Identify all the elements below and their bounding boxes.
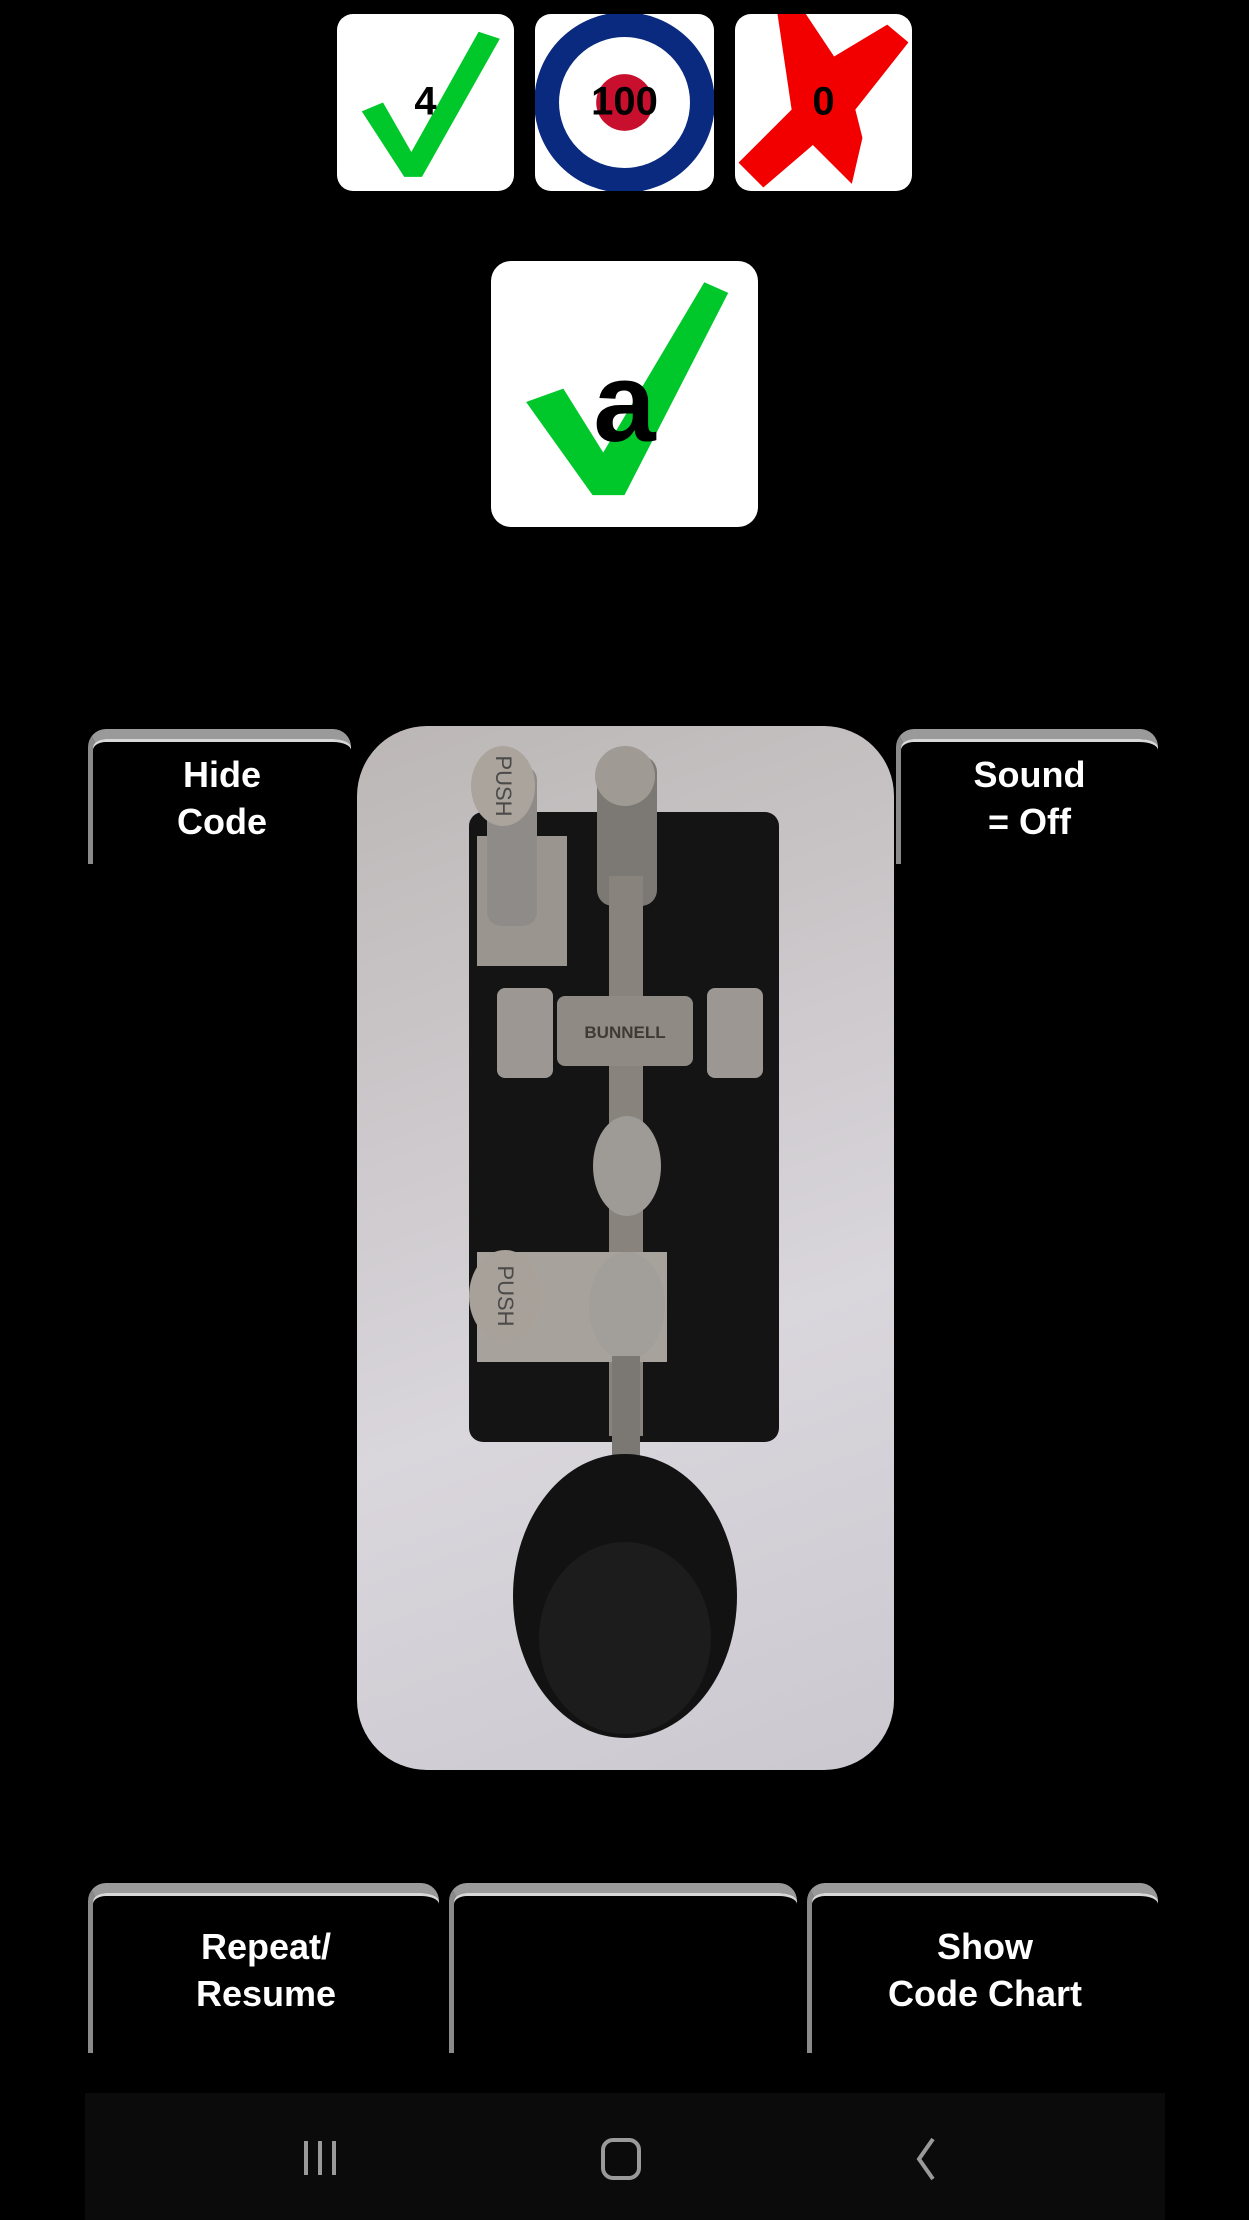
repeat-resume-button[interactable]: Repeat/ Resume: [88, 1883, 439, 2053]
wrong-count-tile: 0: [735, 14, 912, 191]
telegraph-key-image: PUSH BUNNELL PUSH: [469, 746, 779, 1738]
correct-count-tile: 4: [337, 14, 514, 191]
back-icon[interactable]: [885, 2123, 965, 2193]
telegraph-key-button[interactable]: PUSH BUNNELL PUSH: [357, 726, 894, 1770]
hide-code-button[interactable]: Hide Code: [88, 729, 351, 864]
push-label-bottom: PUSH: [493, 1265, 518, 1326]
correct-count: 4: [414, 79, 437, 124]
sound-label: Sound = Off: [973, 754, 1086, 842]
chart-label: Show Code Chart: [887, 1926, 1082, 2014]
wrong-count: 0: [812, 79, 835, 124]
current-letter: a: [593, 339, 656, 465]
push-label-top: PUSH: [491, 755, 516, 816]
hide-code-label: Hide Code: [177, 754, 267, 842]
home-icon[interactable]: [581, 2123, 661, 2193]
sound-toggle-button[interactable]: Sound = Off: [896, 729, 1158, 864]
show-code-chart-button[interactable]: Show Code Chart: [807, 1883, 1158, 2053]
system-nav-bar: [85, 2093, 1165, 2220]
recent-apps-icon[interactable]: [280, 2123, 360, 2193]
accuracy-percent: 100: [591, 79, 658, 124]
blank-button[interactable]: [449, 1883, 797, 2053]
repeat-label: Repeat/ Resume: [195, 1926, 337, 2014]
accuracy-tile: 100: [535, 14, 714, 191]
current-letter-tile: a: [491, 261, 758, 527]
bunnell-label: BUNNELL: [584, 1023, 665, 1042]
